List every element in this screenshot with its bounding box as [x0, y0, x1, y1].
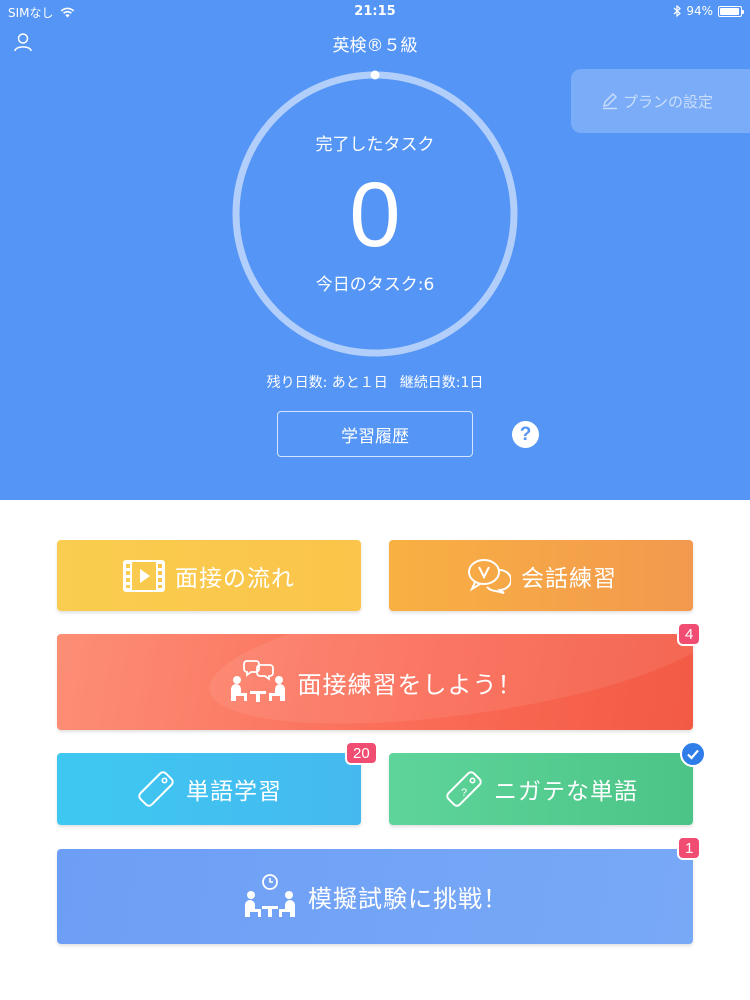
help-icon[interactable]: ?	[512, 421, 539, 448]
interview-flow-label: 面接の流れ	[175, 565, 295, 592]
mock-exam-label: 模擬試験に挑戦！	[308, 885, 508, 913]
remaining-days: 残り日数: あと１日	[266, 375, 388, 391]
plan-settings-button[interactable]: プランの設定	[571, 69, 750, 133]
completed-tasks-value: 0	[349, 164, 401, 266]
vocabulary-study-button[interactable]: 単語学習	[57, 753, 361, 825]
interview-practice-badge: 4	[677, 622, 702, 646]
mock-exam-badge: 1	[677, 836, 702, 860]
page-title: 英検®５級	[332, 36, 418, 56]
weak-words-button[interactable]: ? ニガテな単語	[389, 753, 693, 825]
chat-bubbles-icon	[468, 558, 511, 594]
battery-fill	[720, 7, 739, 15]
conversation-practice-label: 会話練習	[521, 565, 617, 592]
status-right: 94%	[673, 4, 744, 18]
exam-people-clock-icon	[245, 873, 295, 917]
bluetooth-icon	[673, 5, 682, 17]
vocabulary-badge: 20	[345, 741, 378, 765]
battery-icon	[718, 5, 744, 17]
interview-flow-button[interactable]: 面接の流れ	[57, 540, 361, 611]
video-film-icon	[123, 559, 165, 592]
status-time: 21:15	[354, 4, 396, 19]
pencil-icon	[603, 93, 617, 110]
word-card-icon	[138, 771, 174, 807]
vocabulary-study-label: 単語学習	[186, 779, 282, 805]
study-history-button[interactable]: 学習履歴	[277, 411, 473, 457]
progress-ring-knob	[370, 70, 380, 80]
question-card-icon: ?	[446, 771, 482, 807]
interview-practice-button[interactable]: 面接練習をしよう！	[57, 634, 693, 730]
days-info: 残り日数: あと１日 継続日数:1日	[0, 372, 750, 392]
plan-settings-label: プランの設定	[623, 92, 714, 111]
battery-percent: 94%	[686, 4, 713, 18]
today-tasks-label: 今日のタスク:6	[315, 275, 435, 295]
interview-people-icon	[230, 660, 285, 702]
completed-tasks-label: 完了したタスク	[315, 135, 435, 155]
weak-words-label: ニガテな単語	[494, 779, 638, 805]
conversation-practice-button[interactable]: 会話練習	[389, 540, 693, 611]
top-panel: SIMなし 21:15 94% 英検®５級 プランの設定 完了したタスク 0 今…	[0, 0, 750, 500]
checkmark-icon	[680, 741, 706, 767]
mock-exam-button[interactable]: 模擬試験に挑戦！	[57, 849, 693, 944]
interview-practice-label: 面接練習をしよう！	[297, 670, 523, 699]
svg-text:?: ?	[461, 787, 467, 799]
status-bar: SIMなし 21:15 94%	[0, 0, 750, 22]
streak-days: 継続日数:1日	[399, 375, 484, 391]
